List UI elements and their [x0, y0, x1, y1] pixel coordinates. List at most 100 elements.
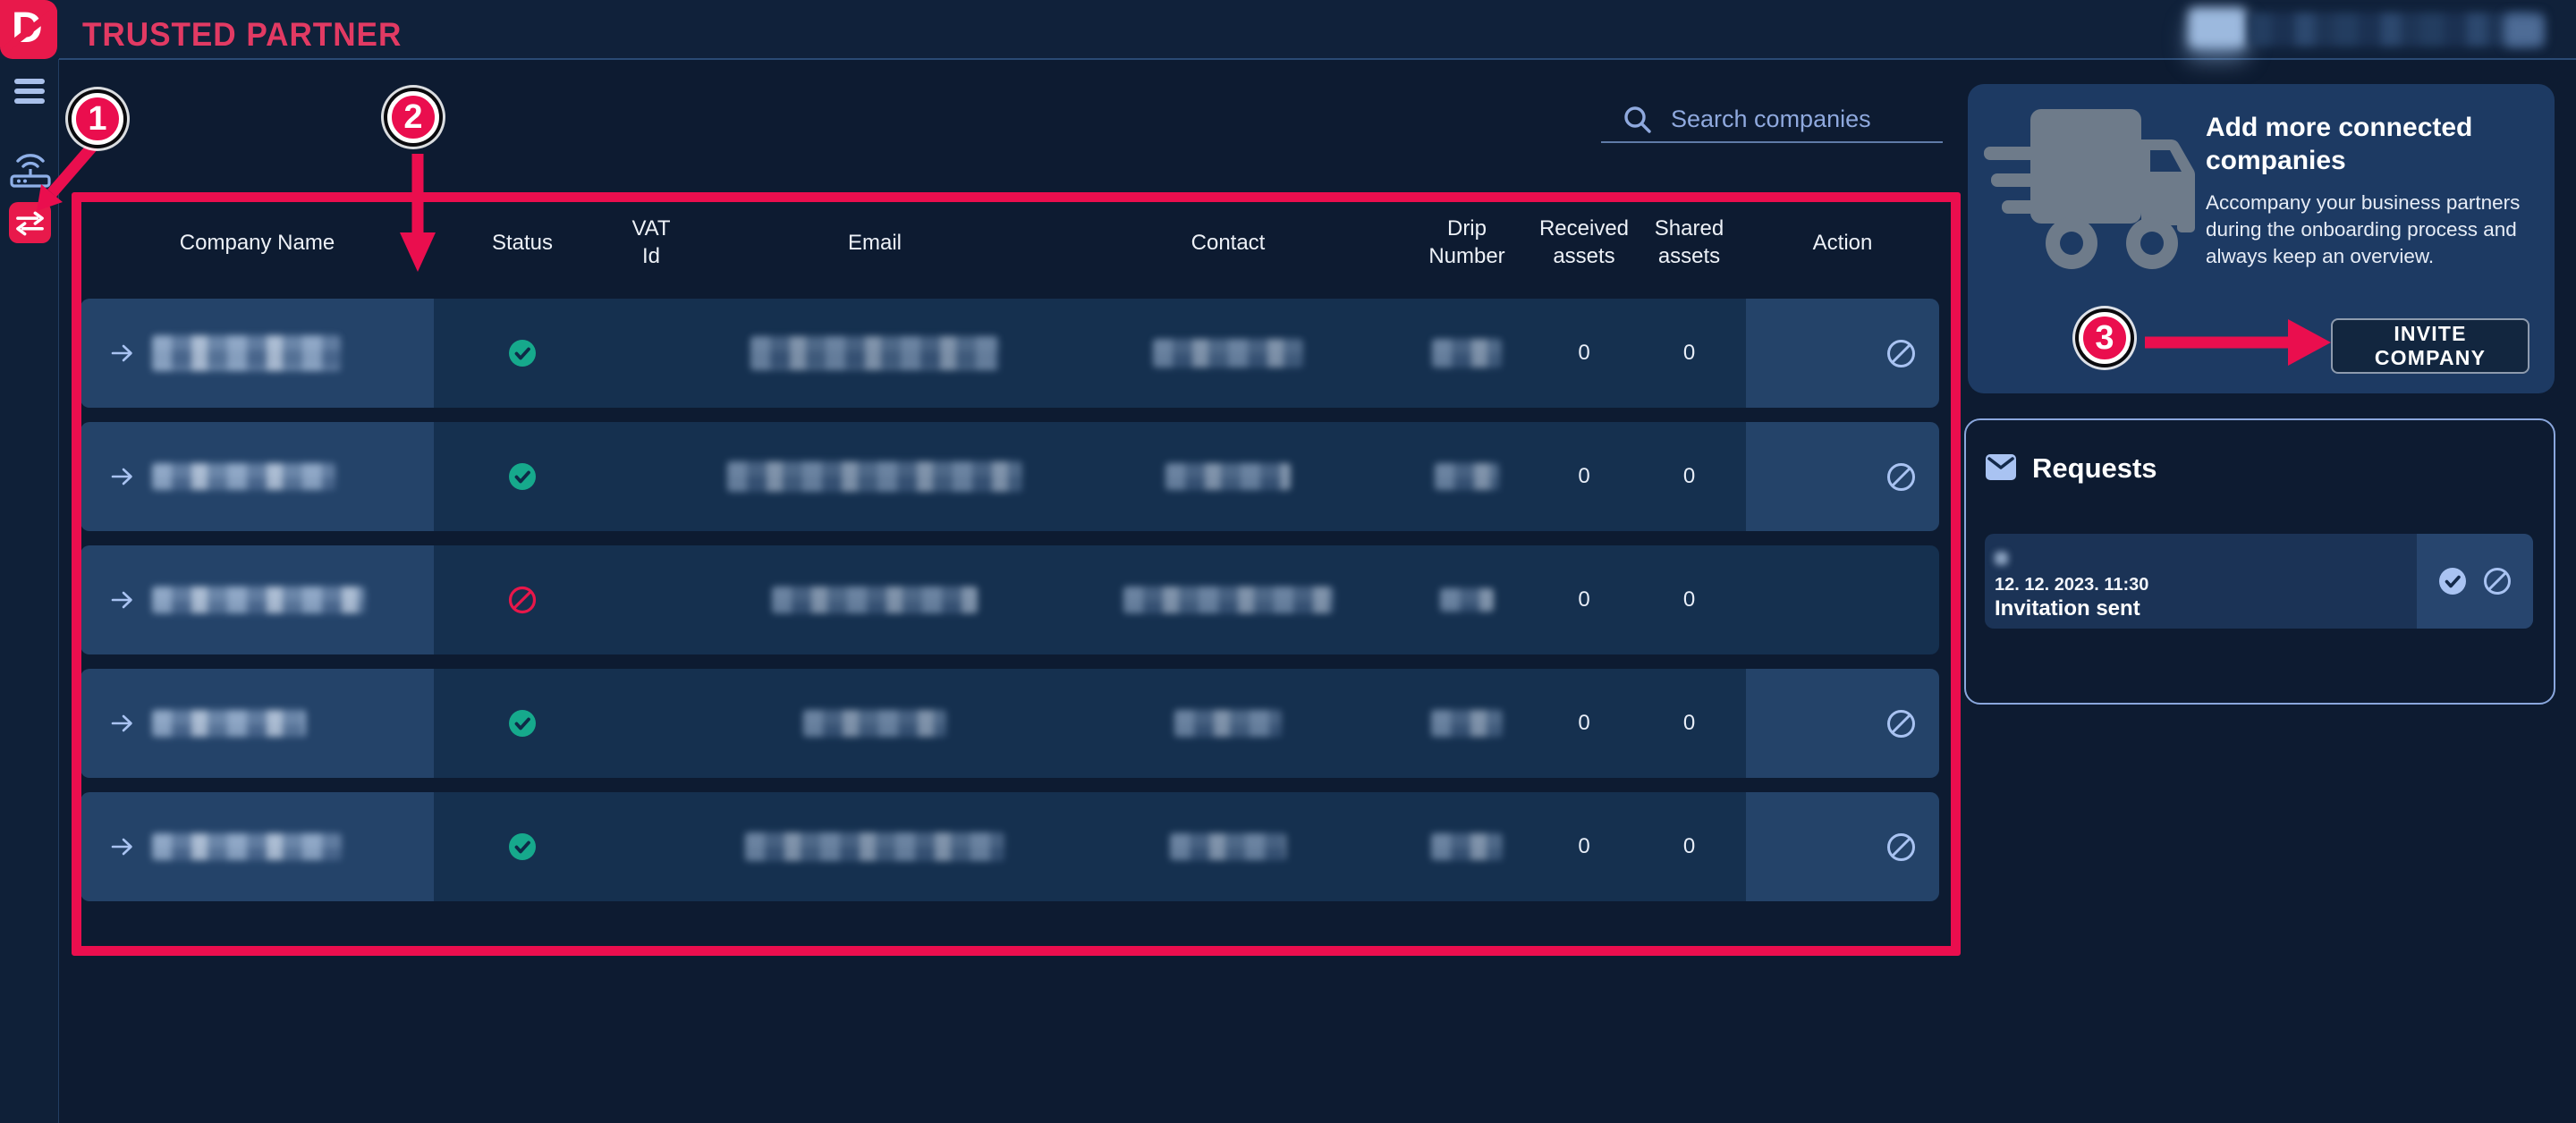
search-input[interactable]: [1669, 100, 1934, 138]
table-header-cell: Drip Number: [1398, 201, 1536, 283]
sidebar-item-router-button[interactable]: [9, 147, 52, 190]
email-cell: [691, 422, 1058, 531]
block-company-button[interactable]: [1886, 462, 1916, 492]
table-header-label: Company Name: [180, 229, 335, 257]
request-timestamp: 12. 12. 2023. 11:30: [1995, 575, 2148, 595]
shared-assets-value: 0: [1683, 711, 1695, 736]
table-header-cell: Status: [434, 201, 611, 283]
vat-id-cell: [611, 299, 691, 408]
request-list-item[interactable]: 12. 12. 2023. 11:30 Invitation sent: [1985, 534, 2533, 629]
action-cell: [1746, 792, 1939, 901]
decline-request-button[interactable]: [2483, 567, 2512, 595]
annotation-step-2: 2: [387, 91, 439, 143]
user-avatar-blurred: [2188, 7, 2247, 48]
user-name-blurred: [2249, 13, 2544, 46]
table-row[interactable]: 0 0: [80, 299, 1939, 408]
received-assets-value: 0: [1578, 587, 1589, 612]
table-row[interactable]: 0 0: [80, 669, 1939, 778]
drip-logo[interactable]: D: [0, 0, 57, 59]
table-row[interactable]: 0 0: [80, 792, 1939, 901]
action-cell: [1746, 669, 1939, 778]
vat-id-cell: [611, 422, 691, 531]
decline-block-icon: [2483, 567, 2512, 595]
table-header-label: Status: [492, 229, 553, 257]
drip-number-cell: [1398, 299, 1536, 408]
row-expand-arrow-icon: [111, 466, 134, 487]
contact-cell: [1058, 422, 1398, 531]
company-name-cell: [80, 422, 434, 531]
received-assets-value: 0: [1578, 464, 1589, 489]
shared-assets-cell: 0: [1632, 299, 1746, 408]
vat-id-cell: [611, 669, 691, 778]
table-header-label: Action: [1813, 229, 1873, 257]
table-header-cell: Email: [691, 201, 1058, 283]
row-expand-arrow-icon: [111, 342, 134, 364]
annotation-step-1: 1: [72, 93, 123, 145]
contact-cell: [1058, 669, 1398, 778]
accept-request-button[interactable]: [2438, 567, 2467, 595]
status-connected-icon: [508, 832, 537, 861]
sidebar: [0, 59, 59, 1123]
status-connected-icon: [508, 709, 537, 738]
contact-cell: [1058, 299, 1398, 408]
table-row[interactable]: 0 0: [80, 422, 1939, 531]
redacted-email: [772, 587, 978, 613]
block-company-button[interactable]: [1886, 709, 1916, 739]
trusted-partner-page: D TRUSTED PARTNER: [0, 0, 2576, 1123]
shared-assets-value: 0: [1683, 587, 1695, 612]
block-company-button[interactable]: [1886, 339, 1916, 368]
table-header-label: Email: [848, 229, 902, 257]
redacted-contact: [1174, 710, 1282, 737]
received-assets-cell: 0: [1536, 669, 1632, 778]
email-cell: [691, 299, 1058, 408]
search-icon[interactable]: [1622, 104, 1654, 136]
received-assets-value: 0: [1578, 711, 1589, 736]
user-menu-blurred: [2504, 14, 2544, 46]
accept-check-icon: [2438, 567, 2467, 595]
redacted-email: [727, 461, 1022, 492]
invite-company-button[interactable]: INVITE COMPANY: [2331, 318, 2529, 374]
redacted-drip-number: [1435, 463, 1499, 490]
shared-assets-cell: 0: [1632, 669, 1746, 778]
redacted-email: [750, 336, 999, 370]
table-row[interactable]: 0 0: [80, 545, 1939, 654]
row-expand-arrow-icon: [111, 589, 134, 611]
received-assets-cell: 0: [1536, 792, 1632, 901]
requests-card-title: Requests: [2032, 452, 2157, 485]
redacted-company-name: [152, 710, 306, 737]
status-cell: [434, 669, 611, 778]
table-header-label: Contact: [1191, 229, 1266, 257]
contact-cell: [1058, 545, 1398, 654]
redacted-company-name: [152, 587, 365, 613]
redacted-drip-number: [1432, 339, 1502, 367]
shared-assets-cell: 0: [1632, 422, 1746, 531]
table-header-cell: Shared assets: [1632, 201, 1746, 283]
request-status-text: Invitation sent: [1995, 596, 2140, 621]
status-cell: [434, 299, 611, 408]
vat-id-cell: [611, 545, 691, 654]
table-header-cell: Company Name: [80, 201, 434, 283]
action-cell: [1746, 299, 1939, 408]
company-name-cell: [80, 299, 434, 408]
table-header-cell: Contact: [1058, 201, 1398, 283]
status-blocked-icon: [508, 586, 537, 614]
block-company-icon: [1886, 709, 1916, 739]
row-expand-arrow-icon: [111, 836, 134, 857]
email-cell: [691, 792, 1058, 901]
hamburger-menu-button[interactable]: [13, 77, 47, 107]
redacted-drip-number: [1440, 588, 1494, 612]
vat-id-cell: [611, 792, 691, 901]
drip-number-cell: [1398, 545, 1536, 654]
status-connected-icon: [508, 462, 537, 491]
shared-assets-value: 0: [1683, 341, 1695, 366]
drip-number-cell: [1398, 422, 1536, 531]
drip-number-cell: [1398, 669, 1536, 778]
status-cell: [434, 422, 611, 531]
table-header-label: Shared assets: [1640, 215, 1740, 270]
block-company-button[interactable]: [1886, 832, 1916, 862]
drip-number-cell: [1398, 792, 1536, 901]
block-company-icon: [1886, 832, 1916, 862]
sidebar-item-trusted-partner-active[interactable]: [9, 202, 51, 243]
redacted-drip-number: [1431, 833, 1503, 860]
table-header-cell: Action: [1746, 201, 1939, 283]
